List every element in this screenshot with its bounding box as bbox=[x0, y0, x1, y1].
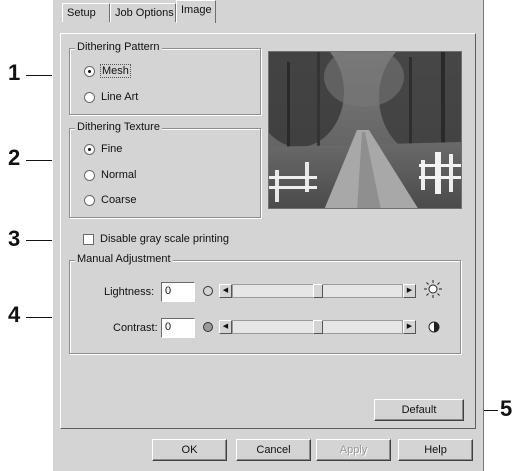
radio-line-art-label: Line Art bbox=[101, 91, 139, 103]
contrast-high-icon bbox=[428, 321, 440, 336]
radio-line-art[interactable]: Line Art bbox=[84, 91, 138, 103]
lightness-left-arrow[interactable]: ◀ bbox=[219, 284, 232, 298]
radio-mesh[interactable]: Mesh bbox=[84, 64, 131, 78]
radio-fine-indicator[interactable] bbox=[84, 143, 95, 155]
apply-button[interactable]: Apply bbox=[316, 439, 391, 461]
cancel-button[interactable]: Cancel bbox=[236, 439, 311, 461]
contrast-left-arrow[interactable]: ◀ bbox=[219, 320, 232, 334]
callout-2: 2 bbox=[8, 145, 21, 170]
contrast-slider-thumb[interactable] bbox=[313, 320, 323, 334]
radio-mesh-label: Mesh bbox=[100, 64, 131, 78]
dithering-pattern-title: Dithering Pattern bbox=[75, 41, 162, 53]
contrast-low-icon bbox=[203, 322, 213, 332]
callout-3: 3 bbox=[8, 226, 21, 251]
lightness-low-icon bbox=[203, 286, 213, 296]
grayscale-checkbox-label: Disable gray scale printing bbox=[100, 233, 230, 245]
tab-setup[interactable]: Setup bbox=[62, 3, 110, 22]
lightness-label: Lightness: bbox=[104, 286, 155, 298]
callout-1: 1 bbox=[8, 60, 21, 85]
dithering-texture-group: Dithering Texture Fine Normal Coarse bbox=[69, 121, 261, 218]
radio-normal[interactable]: Normal bbox=[84, 169, 136, 181]
contrast-right-arrow[interactable]: ▶ bbox=[403, 320, 416, 334]
help-button[interactable]: Help bbox=[398, 439, 473, 461]
radio-fine-label: Fine bbox=[101, 143, 123, 155]
grayscale-checkbox[interactable] bbox=[83, 233, 94, 245]
callout-4: 4 bbox=[8, 302, 21, 327]
default-button[interactable]: Default bbox=[374, 399, 464, 421]
dithering-texture-title: Dithering Texture bbox=[75, 121, 162, 133]
brightness-sun-icon bbox=[424, 280, 442, 301]
contrast-label: Contrast: bbox=[113, 322, 158, 334]
dithering-pattern-group: Dithering Pattern Mesh Line Art bbox=[69, 41, 261, 115]
radio-coarse[interactable]: Coarse bbox=[84, 194, 136, 206]
manual-adjustment-group: Manual Adjustment bbox=[69, 253, 461, 354]
radio-coarse-label: Coarse bbox=[101, 194, 137, 206]
lightness-input[interactable]: 0 bbox=[161, 282, 195, 302]
lightness-slider-thumb[interactable] bbox=[313, 284, 323, 298]
radio-mesh-indicator[interactable] bbox=[84, 65, 95, 77]
radio-fine[interactable]: Fine bbox=[84, 143, 122, 155]
callout-5: 5 bbox=[500, 396, 513, 421]
radio-line-art-indicator[interactable] bbox=[84, 91, 95, 103]
country-lane-photo bbox=[269, 52, 461, 208]
tab-image[interactable]: Image bbox=[176, 0, 216, 23]
lightness-right-arrow[interactable]: ▶ bbox=[403, 284, 416, 298]
radio-coarse-indicator[interactable] bbox=[84, 194, 95, 206]
tab-job-options[interactable]: Job Options bbox=[110, 3, 176, 22]
radio-normal-label: Normal bbox=[101, 169, 137, 181]
ok-button[interactable]: OK bbox=[152, 439, 227, 461]
radio-normal-indicator[interactable] bbox=[84, 169, 95, 181]
manual-adjustment-title: Manual Adjustment bbox=[75, 253, 173, 265]
preview-image bbox=[268, 51, 462, 209]
grayscale-checkbox-row[interactable]: Disable gray scale printing bbox=[83, 233, 229, 245]
contrast-input[interactable]: 0 bbox=[161, 318, 195, 338]
